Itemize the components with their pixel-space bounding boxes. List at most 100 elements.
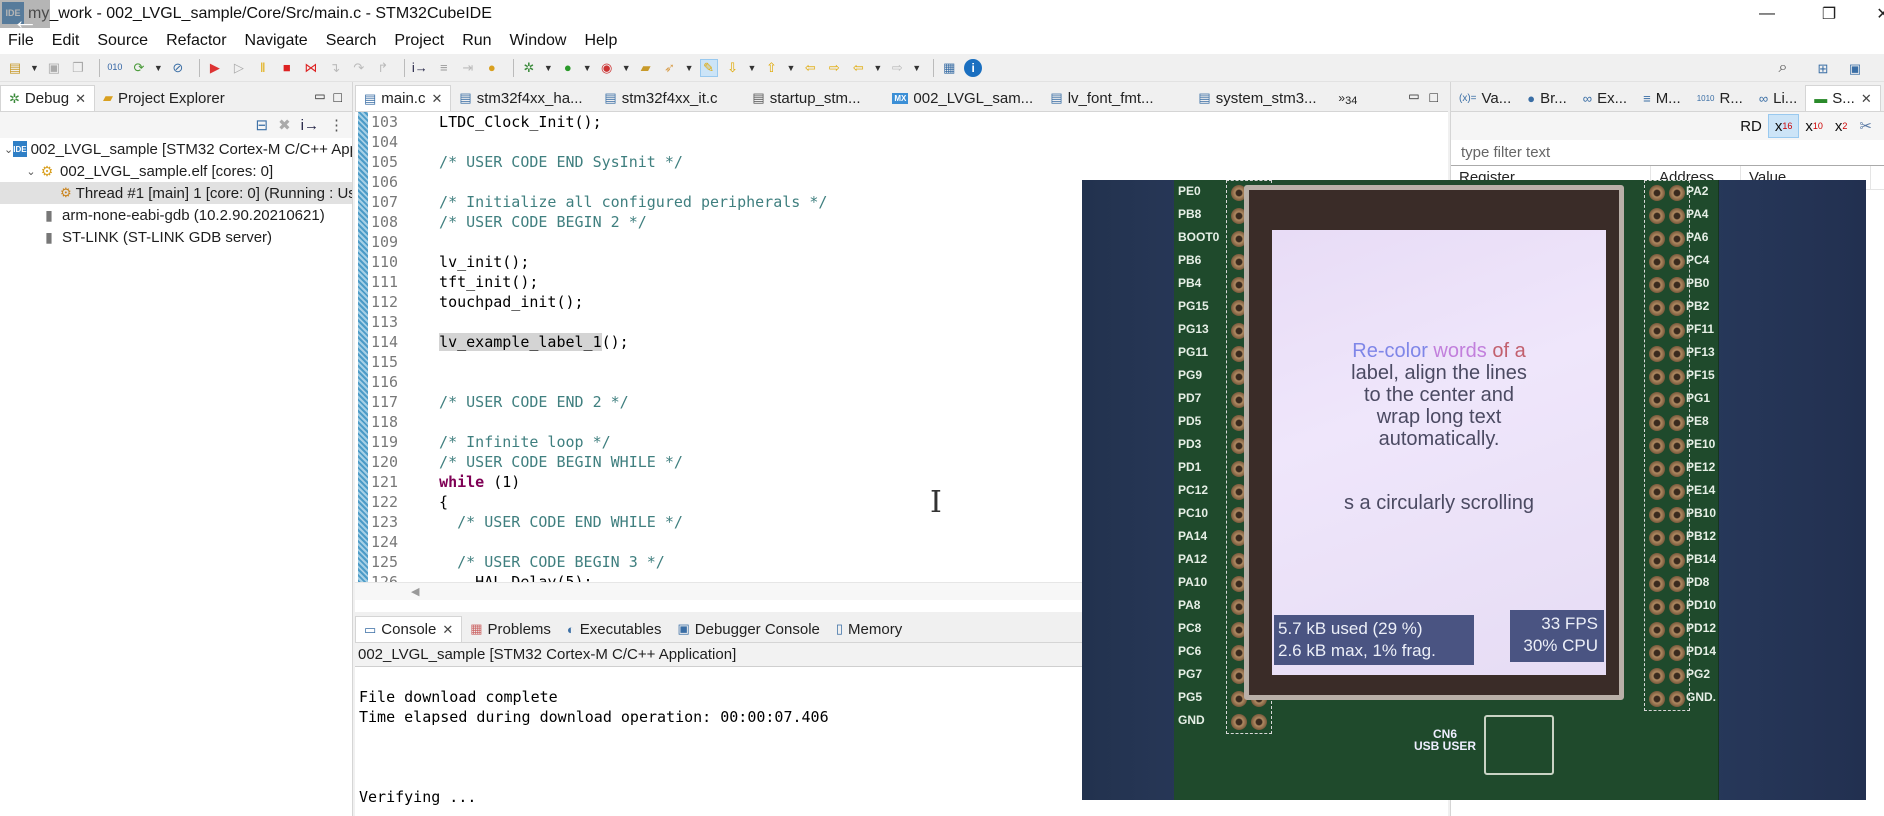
search-icon[interactable]: ⌕ xyxy=(1774,59,1792,77)
save-icon[interactable]: ▣ xyxy=(45,59,63,77)
code-line[interactable]: 104 xyxy=(369,132,1448,152)
next-annotation-icon[interactable]: ⇩ xyxy=(724,59,742,77)
close-icon[interactable]: ✕ xyxy=(431,91,442,107)
menu-file[interactable]: File xyxy=(8,32,34,50)
perspective-add-icon[interactable]: ⊞ xyxy=(1814,59,1832,77)
menu-project[interactable]: Project xyxy=(394,32,444,50)
c-perspective-icon[interactable]: ▣ xyxy=(1846,59,1864,77)
instruction-step-mode-icon[interactable]: i→ xyxy=(301,117,319,134)
open-perspective-icon[interactable]: ▦ xyxy=(940,59,958,77)
nav-back-dropdown[interactable]: ▼ xyxy=(873,63,882,73)
highlight-icon[interactable]: ✎ xyxy=(699,58,718,77)
step-over-icon[interactable]: ↷ xyxy=(350,59,368,77)
tab-project-explorer[interactable]: ▰ Project Explorer xyxy=(95,85,233,111)
search-dropdown[interactable]: ▼ xyxy=(685,63,694,73)
external-dropdown[interactable]: ▼ xyxy=(622,63,631,73)
tree-item-stlink[interactable]: ▮ ST-LINK (ST-LINK GDB server) xyxy=(0,226,352,248)
menu-source[interactable]: Source xyxy=(97,32,148,50)
terminate-icon[interactable]: ■ xyxy=(278,59,296,77)
next-annotation-dropdown[interactable]: ▼ xyxy=(748,63,757,73)
build-dropdown[interactable]: ▼ xyxy=(154,63,163,73)
tab-live-expressions[interactable]: ∞ Li... xyxy=(1751,85,1805,111)
maximize-panel-icon[interactable]: □ xyxy=(334,89,342,105)
open-type-icon[interactable]: ▰ xyxy=(637,59,655,77)
minimize-panel-icon[interactable]: ▭ xyxy=(1408,89,1419,103)
tree-item-gdb[interactable]: ▮ arm-none-eabi-gdb (10.2.90.20210621) xyxy=(0,204,352,226)
drop-to-frame-icon[interactable]: ≡ xyxy=(435,59,453,77)
restore-button[interactable]: ❐ xyxy=(1806,0,1852,28)
view-menu-icon[interactable]: ⋮ xyxy=(329,116,344,134)
tree-item-launch[interactable]: ⌄ IDE 002_LVGL_sample [STM32 Cortex-M C/… xyxy=(0,138,352,160)
debug-dropdown[interactable]: ▼ xyxy=(544,63,553,73)
tab-system-stm32[interactable]: ▤ system_stm3... xyxy=(1190,85,1330,111)
close-icon[interactable]: ✕ xyxy=(442,622,453,638)
prev-annotation-dropdown[interactable]: ▼ xyxy=(786,63,795,73)
dec-format-button[interactable]: x 10 xyxy=(1799,114,1829,138)
tab-executables[interactable]: ◐ Executables xyxy=(559,616,670,642)
tab-stm32f4xx-it[interactable]: ▤ stm32f4xx_it.c xyxy=(596,85,744,111)
close-button[interactable]: ✕ xyxy=(1860,0,1884,28)
forward-icon[interactable]: ⇨ xyxy=(825,59,843,77)
tab-expressions[interactable]: ∞ Ex... xyxy=(1575,85,1635,111)
tab-problems[interactable]: ▦ Problems xyxy=(462,616,559,642)
tab-startup[interactable]: ▤ startup_stm... xyxy=(744,85,884,111)
probe-icon[interactable]: ● xyxy=(483,59,501,77)
maximize-panel-icon[interactable]: □ xyxy=(1430,89,1438,105)
suspend-icon[interactable]: ‖ xyxy=(254,59,272,77)
prev-annotation-icon[interactable]: ⇧ xyxy=(762,59,780,77)
run-dropdown[interactable]: ▼ xyxy=(583,63,592,73)
menu-search[interactable]: Search xyxy=(326,32,377,50)
close-icon[interactable]: ✕ xyxy=(75,91,86,107)
chevron-down-icon[interactable]: ⌄ xyxy=(4,143,13,156)
tab-variables[interactable]: (x)= Va... xyxy=(1451,85,1519,111)
minimize-panel-icon[interactable]: ▭ xyxy=(314,89,325,103)
run-external-icon[interactable]: ◉ xyxy=(598,59,616,77)
tree-item-elf[interactable]: ⌄ ⚙ 002_LVGL_sample.elf [cores: 0] xyxy=(0,160,352,182)
info-icon[interactable]: i xyxy=(964,58,983,77)
tab-debugger-console[interactable]: ▣ Debugger Console xyxy=(669,616,827,642)
step-into-icon[interactable]: ↴ xyxy=(326,59,344,77)
menu-window[interactable]: Window xyxy=(510,32,567,50)
tab-modules[interactable]: ≡ M... xyxy=(1635,85,1689,111)
back-icon[interactable]: ⇦ xyxy=(801,59,819,77)
code-line[interactable]: 103 LTDC_Clock_Init(); xyxy=(369,112,1448,132)
filter-input[interactable]: type filter text xyxy=(1451,140,1884,166)
tab-lv-font[interactable]: ▤ lv_font_fmt... xyxy=(1042,85,1190,111)
tab-overflow[interactable]: » 34 xyxy=(1330,85,1365,111)
tab-main-c[interactable]: ▤ main.c ✕ xyxy=(355,85,452,111)
use-step-filters-icon[interactable]: ⇥ xyxy=(459,59,477,77)
search-rocket-icon[interactable]: ➶ xyxy=(661,59,679,77)
nav-forward-dropdown[interactable]: ▼ xyxy=(912,63,921,73)
bin-format-button[interactable]: x2 xyxy=(1829,114,1854,138)
minimize-button[interactable]: — xyxy=(1744,0,1790,28)
tab-sfrs[interactable]: ▬ S... ✕ xyxy=(1805,85,1881,111)
nav-forward-icon[interactable]: ⇨ xyxy=(888,59,906,77)
hex-format-button[interactable]: x 16 xyxy=(1767,114,1800,138)
new-dropdown[interactable]: ▼ xyxy=(30,63,39,73)
menu-run[interactable]: Run xyxy=(462,32,491,50)
tree-item-thread[interactable]: ⚙ Thread #1 [main] 1 [core: 0] (Running … xyxy=(0,182,352,204)
debug-icon[interactable]: ✲ xyxy=(520,59,538,77)
instruction-step-icon[interactable]: i→ xyxy=(411,59,429,77)
remove-terminated-icon[interactable]: ✖ xyxy=(278,116,291,134)
tab-stm32f4xx-hal[interactable]: ▤ stm32f4xx_ha... xyxy=(451,85,596,111)
collapse-all-icon[interactable]: ⊟ xyxy=(256,116,269,134)
read-button[interactable]: RD xyxy=(1734,114,1768,138)
menu-help[interactable]: Help xyxy=(584,32,617,50)
tab-debug[interactable]: ✲ Debug ✕ xyxy=(0,85,96,111)
tab-ioc[interactable]: MX 002_LVGL_sam... xyxy=(884,85,1042,111)
chevron-down-icon[interactable]: ⌄ xyxy=(24,165,38,178)
scroll-left-icon[interactable]: ◀ xyxy=(411,585,419,598)
tab-memory[interactable]: ▯ Memory xyxy=(828,616,910,642)
code-line[interactable]: 105 /* USER CODE END SysInit */ xyxy=(369,152,1448,172)
tab-registers[interactable]: 1010 R... xyxy=(1689,85,1751,111)
nav-back-icon[interactable]: ⇦ xyxy=(849,59,867,77)
tab-console[interactable]: ▭ Console ✕ xyxy=(355,616,463,642)
run-icon[interactable]: ● xyxy=(559,59,577,77)
new-icon[interactable]: ▤ xyxy=(6,59,24,77)
menu-navigate[interactable]: Navigate xyxy=(245,32,308,50)
binary-icon[interactable]: 010 xyxy=(106,59,124,77)
disconnect-icon[interactable]: ⋈ xyxy=(302,59,320,77)
skip-breakpoints-icon[interactable]: ⊘ xyxy=(169,59,187,77)
save-all-icon[interactable]: ❐ xyxy=(69,59,87,77)
